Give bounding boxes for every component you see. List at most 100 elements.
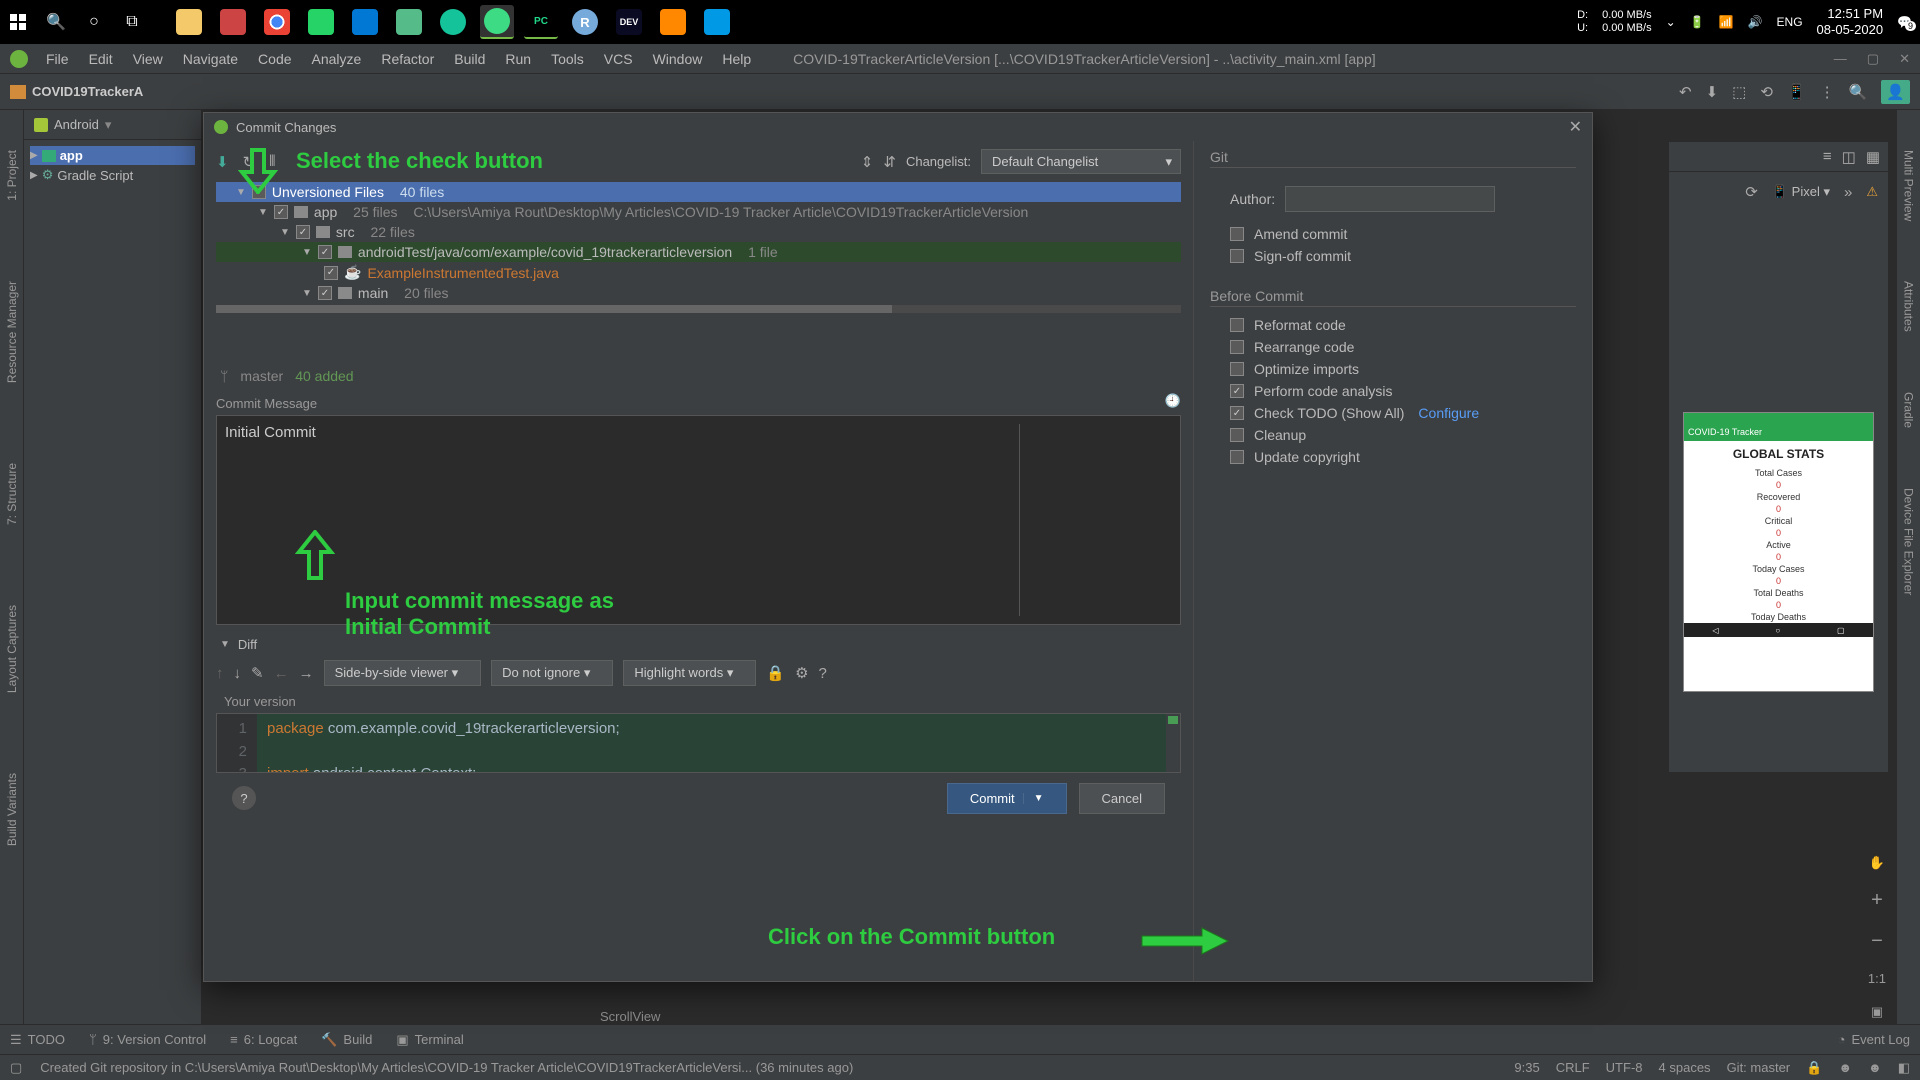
chrome-app-icon[interactable] bbox=[260, 5, 294, 39]
tab-terminal[interactable]: ▣ Terminal bbox=[396, 1032, 463, 1048]
menu-code[interactable]: Code bbox=[250, 47, 299, 71]
checkbox[interactable] bbox=[274, 205, 288, 219]
checkbox[interactable] bbox=[318, 245, 332, 259]
rearrange-checkbox[interactable] bbox=[1230, 340, 1244, 354]
tree-app-row[interactable]: ▼ app 25 files C:\Users\Amiya Rout\Deskt… bbox=[216, 202, 1181, 222]
status-toggle-icon[interactable]: ▢ bbox=[10, 1060, 22, 1076]
copyright-checkbox[interactable] bbox=[1230, 450, 1244, 464]
todo-checkbox[interactable] bbox=[1230, 406, 1244, 420]
configure-link[interactable]: Configure bbox=[1418, 405, 1479, 421]
tab-version-control[interactable]: ᛘ 9: Version Control bbox=[89, 1032, 206, 1047]
tree-file-row[interactable]: ☕ ExampleInstrumentedTest.java bbox=[216, 262, 1181, 283]
breadcrumb-project[interactable]: COVID19TrackerA bbox=[32, 84, 143, 99]
pycharm-app-icon[interactable]: PC bbox=[524, 5, 558, 39]
diff-code-viewer[interactable]: 123 package com.example.covid_19trackera… bbox=[216, 713, 1181, 773]
account-icon[interactable]: 👤 bbox=[1881, 80, 1910, 104]
status-cursor[interactable]: 9:35 bbox=[1514, 1060, 1539, 1075]
diff-highlight-select[interactable]: Highlight words ▾ bbox=[623, 660, 756, 686]
zoom-in-icon[interactable]: + bbox=[1871, 889, 1883, 912]
gutter-attributes[interactable]: Attributes bbox=[1902, 281, 1916, 332]
menu-analyze[interactable]: Analyze bbox=[304, 47, 370, 71]
status-encoding[interactable]: UTF-8 bbox=[1606, 1060, 1643, 1075]
menu-edit[interactable]: Edit bbox=[81, 47, 121, 71]
menu-window[interactable]: Window bbox=[645, 47, 711, 71]
expand-icon[interactable]: ⇕ bbox=[861, 153, 874, 171]
grammarly-app-icon[interactable] bbox=[436, 5, 470, 39]
close-icon[interactable]: ✕ bbox=[1569, 117, 1582, 137]
checkbox[interactable] bbox=[318, 286, 332, 300]
status-face-icon[interactable]: ☻ bbox=[1838, 1060, 1852, 1075]
menu-refactor[interactable]: Refactor bbox=[373, 47, 442, 71]
menu-view[interactable]: View bbox=[125, 47, 171, 71]
battery-icon[interactable]: 🔋 bbox=[1690, 15, 1705, 29]
more-icon[interactable]: ⋮ bbox=[1820, 83, 1835, 101]
preview-split-icon[interactable]: ◫ bbox=[1842, 148, 1856, 166]
changelist-select[interactable]: Default Changelist ▾ bbox=[981, 149, 1181, 174]
rotate-icon[interactable]: ⟳ bbox=[1745, 183, 1758, 201]
lang-indicator[interactable]: ENG bbox=[1777, 15, 1803, 29]
menu-help[interactable]: Help bbox=[714, 47, 759, 71]
edit-icon[interactable]: ✎ bbox=[251, 664, 264, 682]
diff-toggle[interactable]: ▼ bbox=[220, 639, 230, 650]
gutter-layout-captures[interactable]: Layout Captures bbox=[5, 605, 19, 693]
menu-vcs[interactable]: VCS bbox=[596, 47, 641, 71]
tab-build[interactable]: 🔨 Build bbox=[321, 1032, 372, 1048]
preview-design-icon[interactable]: ▦ bbox=[1866, 148, 1880, 166]
help-diff-icon[interactable]: ? bbox=[819, 665, 827, 682]
checkbox[interactable] bbox=[324, 266, 338, 280]
tree-androidtest-row[interactable]: ▼ androidTest/java/com/example/covid_19t… bbox=[216, 242, 1181, 262]
gutter-multi-preview[interactable]: Multi Preview bbox=[1902, 150, 1916, 221]
notification-icon[interactable]: 💬9 bbox=[1897, 15, 1912, 29]
clock[interactable]: 12:51 PM 08-05-2020 bbox=[1817, 6, 1884, 37]
zoom-fit-icon[interactable]: ▣ bbox=[1871, 1004, 1883, 1020]
tree-app-node[interactable]: ▶ app bbox=[30, 146, 195, 165]
gutter-project[interactable]: 1: Project bbox=[5, 150, 19, 201]
tray-chevron-icon[interactable]: ⌄ bbox=[1666, 15, 1676, 29]
zoom-out-icon[interactable]: − bbox=[1871, 930, 1883, 953]
tree-gradle-node[interactable]: ▶⚙ Gradle Script bbox=[30, 165, 195, 185]
explorer-app-icon[interactable] bbox=[172, 5, 206, 39]
menu-run[interactable]: Run bbox=[497, 47, 539, 71]
gutter-device-file-explorer[interactable]: Device File Explorer bbox=[1902, 488, 1916, 595]
reformat-checkbox[interactable] bbox=[1230, 318, 1244, 332]
maximize-icon[interactable]: ▢ bbox=[1867, 51, 1879, 67]
author-input[interactable] bbox=[1285, 186, 1495, 212]
android-studio-app-icon[interactable] bbox=[480, 5, 514, 39]
more-preview-icon[interactable]: » bbox=[1844, 184, 1852, 201]
gutter-structure[interactable]: 7: Structure bbox=[5, 463, 19, 525]
refresh-icon[interactable]: ⬇ bbox=[216, 153, 229, 171]
search-icon[interactable]: 🔍 bbox=[46, 12, 66, 32]
gutter-resource-manager[interactable]: Resource Manager bbox=[5, 281, 19, 383]
tree-main-row[interactable]: ▼ main 20 files bbox=[216, 283, 1181, 303]
status-lock-icon[interactable]: 🔒 bbox=[1806, 1060, 1822, 1076]
cortana-icon[interactable]: ○ bbox=[84, 12, 104, 32]
tool-icon[interactable]: ⬚ bbox=[1732, 83, 1746, 101]
next-change-icon[interactable]: ↓ bbox=[234, 665, 242, 682]
device-icon[interactable]: 📱 bbox=[1787, 83, 1806, 101]
history-icon[interactable]: 🕘 bbox=[1165, 393, 1181, 409]
status-git-branch[interactable]: Git: master bbox=[1727, 1060, 1791, 1075]
commit-message-input[interactable]: Initial Commit bbox=[216, 415, 1181, 625]
help-button[interactable]: ? bbox=[232, 786, 256, 810]
close-window-icon[interactable]: ✕ bbox=[1899, 51, 1910, 67]
amend-checkbox[interactable] bbox=[1230, 227, 1244, 241]
app-icon[interactable] bbox=[216, 5, 250, 39]
tab-logcat[interactable]: ≡ 6: Logcat bbox=[230, 1032, 297, 1047]
tree-src-row[interactable]: ▼ src 22 files bbox=[216, 222, 1181, 242]
volume-icon[interactable]: 🔊 bbox=[1748, 15, 1763, 29]
tab-todo[interactable]: ☰ TODO bbox=[10, 1032, 65, 1048]
phone-app-icon[interactable] bbox=[348, 5, 382, 39]
prev-change-icon[interactable]: ↑ bbox=[216, 665, 224, 682]
gear-icon[interactable]: ⚙ bbox=[795, 664, 808, 682]
lock-icon[interactable]: 🔒 bbox=[766, 664, 785, 682]
checkbox[interactable] bbox=[296, 225, 310, 239]
cancel-button[interactable]: Cancel bbox=[1079, 783, 1165, 814]
commit-dropdown-icon[interactable]: ▼ bbox=[1023, 793, 1044, 804]
status-face2-icon[interactable]: ☻ bbox=[1868, 1060, 1882, 1075]
gutter-gradle[interactable]: Gradle bbox=[1902, 392, 1916, 428]
warning-icon[interactable]: ⚠ bbox=[1866, 184, 1878, 200]
rstudio-app-icon[interactable]: R bbox=[568, 5, 602, 39]
cleanup-checkbox[interactable] bbox=[1230, 428, 1244, 442]
notes-app-icon[interactable] bbox=[392, 5, 426, 39]
optimize-checkbox[interactable] bbox=[1230, 362, 1244, 376]
